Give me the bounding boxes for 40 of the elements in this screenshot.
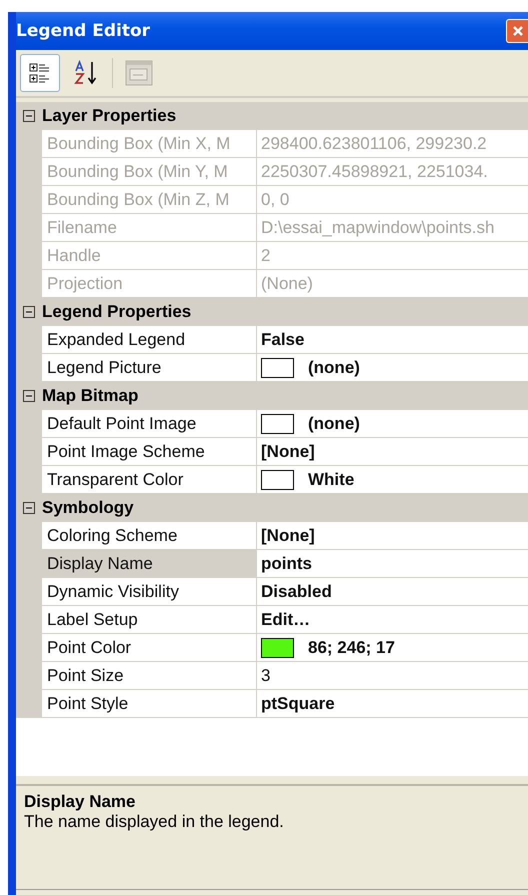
category-header: Map Bitmap: [42, 386, 138, 406]
collapse-icon[interactable]: [23, 502, 35, 514]
sort-az-icon: [73, 60, 99, 86]
property-name[interactable]: Point Size: [42, 662, 257, 690]
category-header: Legend Properties: [42, 302, 192, 322]
category-header: Layer Properties: [42, 106, 176, 126]
property-name[interactable]: Transparent Color: [42, 466, 257, 494]
property-value[interactable]: 3: [261, 666, 270, 686]
property-value[interactable]: False: [261, 330, 304, 350]
close-icon: [510, 24, 524, 38]
category-header: Symbology: [42, 498, 134, 518]
property-value[interactable]: White: [308, 470, 354, 490]
property-value[interactable]: (none): [308, 358, 360, 378]
description-title: Display Name: [24, 792, 136, 812]
description-text: The name displayed in the legend.: [24, 812, 284, 832]
property-name[interactable]: Dynamic Visibility: [42, 578, 257, 606]
property-name[interactable]: Point Color: [42, 634, 257, 662]
collapse-icon[interactable]: [23, 306, 35, 318]
property-value[interactable]: Edit…: [261, 610, 310, 630]
categorized-button[interactable]: [20, 54, 60, 92]
property-value[interactable]: [None]: [261, 442, 315, 462]
property-value[interactable]: [None]: [261, 526, 315, 546]
property-name[interactable]: Expanded Legend: [42, 326, 257, 354]
property-value[interactable]: ptSquare: [261, 694, 335, 714]
window-title: Legend Editor: [16, 21, 150, 41]
categorized-list-icon: [29, 62, 51, 84]
property-name[interactable]: Point Image Scheme: [42, 438, 257, 466]
property-value[interactable]: points: [261, 554, 312, 574]
property-name[interactable]: Label Setup: [42, 606, 257, 634]
property-value[interactable]: 86; 246; 17: [308, 638, 395, 658]
collapse-icon[interactable]: [23, 110, 35, 122]
property-value[interactable]: Disabled: [261, 582, 332, 602]
property-name[interactable]: Point Style: [42, 690, 257, 718]
property-name[interactable]: Default Point Image: [42, 410, 257, 438]
close-button[interactable]: [506, 19, 528, 43]
property-value[interactable]: (none): [308, 414, 360, 434]
property-pages-icon: [125, 60, 153, 86]
property-name[interactable]: Legend Picture: [42, 354, 257, 382]
property-name[interactable]: Coloring Scheme: [42, 522, 257, 550]
collapse-icon[interactable]: [23, 390, 35, 402]
